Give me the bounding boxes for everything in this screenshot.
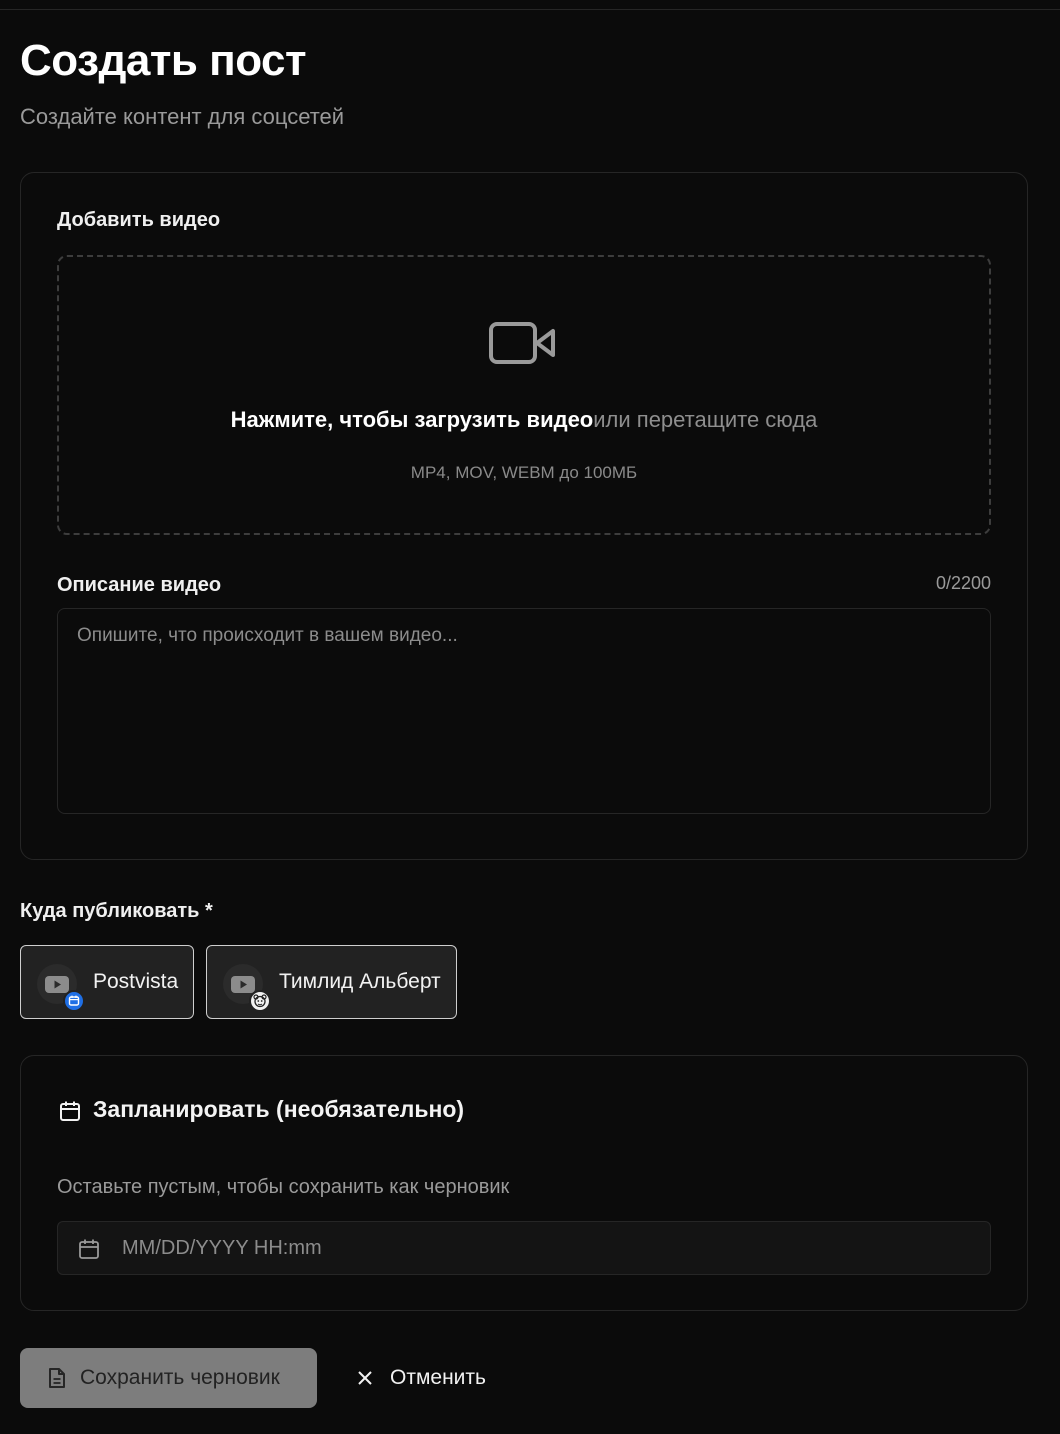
schedule-datetime-field[interactable] (57, 1221, 991, 1275)
create-post-page: Создать пост Создайте контент для соцсет… (0, 0, 1060, 1434)
description-counter: 0/2200 (935, 573, 991, 593)
schedule-card: Запланировать (необязательно) Оставьте п… (20, 1055, 1028, 1311)
description-textarea[interactable] (57, 608, 991, 814)
video-dropzone[interactable]: Нажмите, чтобы загрузить видеоили перета… (57, 255, 991, 535)
upload-drag-text: или перетащите сюда (593, 407, 818, 432)
channel-name: Тимлид Альберт (279, 970, 441, 993)
channel-avatar (37, 964, 85, 1012)
cancel-button[interactable]: Отменить (346, 1348, 506, 1408)
document-icon (49, 1368, 65, 1388)
close-icon (358, 1371, 372, 1385)
save-draft-label: Сохранить черновик (80, 1366, 280, 1389)
youtube-icon (45, 976, 69, 993)
description-label: Описание видео (57, 574, 222, 596)
schedule-hint: Оставьте пустым, чтобы сохранить как чер… (57, 1176, 510, 1198)
page-subtitle: Создайте контент для соцсетей (20, 104, 345, 129)
calendar-icon (60, 1101, 80, 1121)
youtube-icon (231, 976, 255, 993)
schedule-datetime-input[interactable] (122, 1222, 982, 1274)
cancel-label: Отменить (390, 1366, 486, 1389)
calendar-icon (79, 1239, 99, 1259)
channel-chip-timlid-albert[interactable]: Тимлид Альберт (206, 945, 457, 1019)
video-card: Добавить видео Нажмите, чтобы загрузить … (20, 172, 1028, 860)
upload-formats-hint: MP4, MOV, WEBM до 100МБ (410, 463, 638, 482)
publish-targets-label: Куда публиковать * (20, 900, 213, 922)
channel-avatar (223, 964, 271, 1012)
upload-instruction: Нажмите, чтобы загрузить видеоили перета… (59, 407, 989, 433)
top-divider (0, 9, 1060, 10)
add-video-label: Добавить видео (57, 209, 221, 231)
video-camera-icon (489, 322, 555, 364)
calendar-badge-icon (63, 990, 85, 1012)
channel-name: Postvista (93, 970, 179, 993)
schedule-title: Запланировать (необязательно) (93, 1096, 465, 1122)
save-draft-button[interactable]: Сохранить черновик (20, 1348, 317, 1408)
upload-click-text[interactable]: Нажмите, чтобы загрузить видео (231, 407, 594, 432)
channel-chip-postvista[interactable]: Postvista (20, 945, 194, 1019)
avatar-badge-icon (249, 990, 271, 1012)
page-title: Создать пост (20, 36, 307, 85)
